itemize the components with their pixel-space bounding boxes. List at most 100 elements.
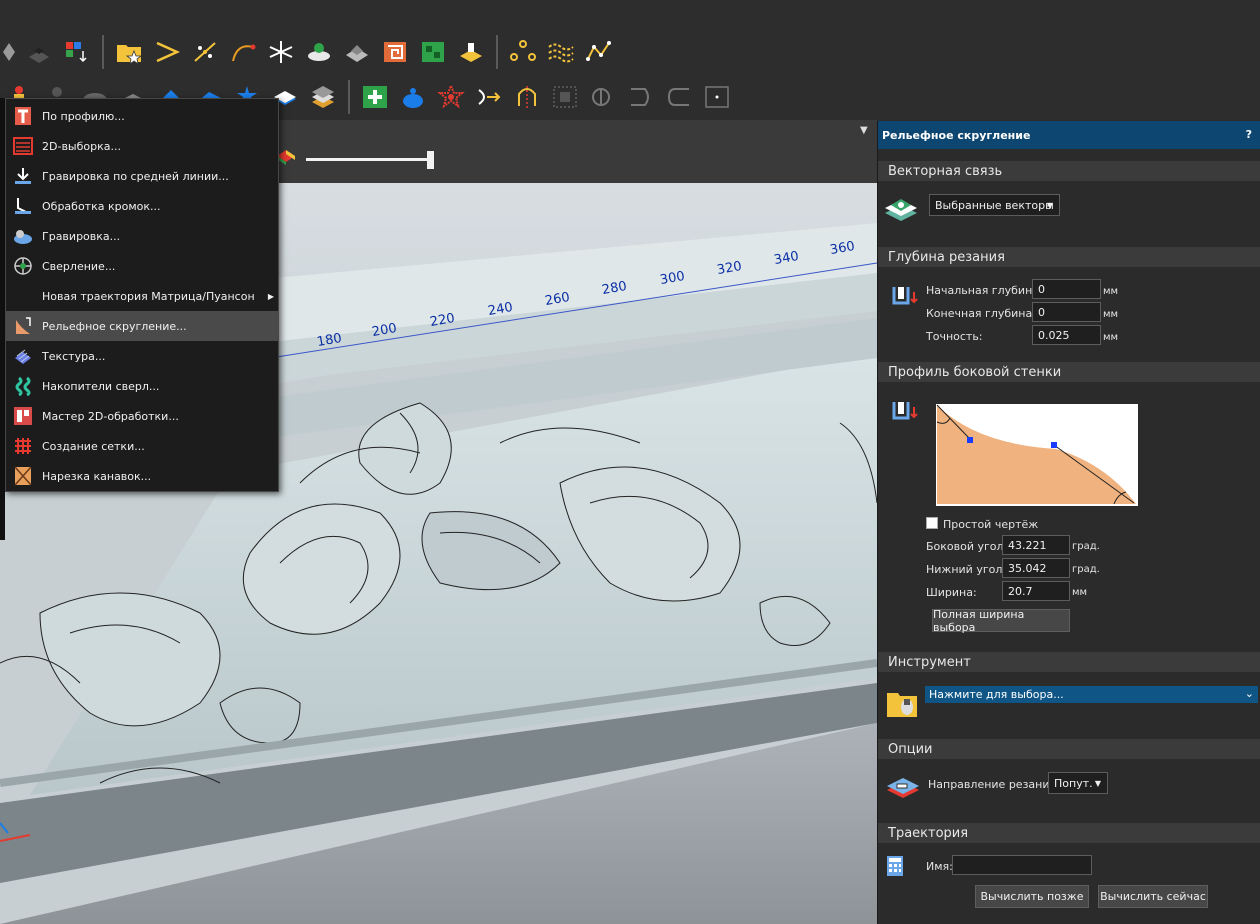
- vector-link-select[interactable]: Выбранные векторы ▼: [929, 194, 1060, 216]
- layer-stack-icon[interactable]: [304, 37, 334, 67]
- calculate-later-button[interactable]: Вычислить позже: [975, 885, 1089, 908]
- dot-square-icon[interactable]: [702, 82, 732, 112]
- end-depth-label: Конечная глубина:: [926, 307, 1036, 320]
- bottom-angle-input[interactable]: 35.042: [1002, 558, 1070, 578]
- submenu-arrow-icon: ▶: [267, 291, 274, 301]
- bottom-angle-label: Нижний угол:: [926, 563, 1007, 576]
- bracket-icon[interactable]: [626, 82, 656, 112]
- green-block-icon[interactable]: [418, 37, 448, 67]
- menu-item-centerline[interactable]: Гравировка по средней линии...: [6, 161, 278, 191]
- menu-item-label: По профилю...: [42, 109, 125, 123]
- pocket-icon: [12, 135, 34, 157]
- menu-item-label: 2D-выборка...: [42, 139, 121, 153]
- star-burst-icon[interactable]: [266, 37, 296, 67]
- grid-icon: [12, 435, 34, 457]
- profile-handle-2[interactable]: [1051, 442, 1057, 448]
- help-button[interactable]: ?: [1246, 128, 1252, 141]
- menu-item-pocket[interactable]: 2D-выборка...: [6, 131, 278, 161]
- gold-lift-icon[interactable]: [456, 37, 486, 67]
- start-depth-label: Начальная глубина:: [926, 284, 1043, 297]
- side-angle-input[interactable]: 43.221: [1002, 535, 1070, 555]
- menu-item-grid[interactable]: Создание сетки...: [6, 431, 278, 461]
- menu-item-label: Рельефное скругление...: [42, 319, 187, 333]
- full-width-button[interactable]: Полная ширина выбора: [932, 608, 1070, 634]
- collapse-arrow-icon[interactable]: ▼: [860, 125, 868, 136]
- relief-fillet-icon: [12, 315, 34, 337]
- texture-icon: [12, 345, 34, 367]
- menu-item-drilling[interactable]: Сверление...: [6, 251, 278, 281]
- tolerance-input[interactable]: 0.025: [1032, 325, 1101, 345]
- sheet-icon[interactable]: [24, 37, 54, 67]
- side-angle-label: Боковой угол:: [926, 540, 1008, 553]
- tool-select[interactable]: Нажмите для выбора... ⌄: [925, 686, 1258, 703]
- blue-bowl-icon[interactable]: [398, 82, 428, 112]
- zoom-slider-track[interactable]: [306, 158, 432, 161]
- fillet-icon[interactable]: [588, 82, 618, 112]
- rounded-bracket-icon[interactable]: [664, 82, 694, 112]
- spiral-icon[interactable]: [380, 37, 410, 67]
- end-depth-input[interactable]: 0: [1032, 302, 1101, 322]
- width-label: Ширина:: [926, 586, 977, 599]
- tool-placeholder: Нажмите для выбора...: [929, 688, 1064, 701]
- zoom-slider-handle[interactable]: [427, 151, 434, 169]
- box-shape-icon[interactable]: [2, 37, 16, 67]
- cut-direction-label: Направление резания:: [928, 778, 1060, 791]
- dotted-square-icon[interactable]: [550, 82, 580, 112]
- simple-drawing-checkbox[interactable]: [926, 517, 938, 529]
- toolbar-separator: [496, 35, 498, 69]
- profile-t-icon: [12, 105, 34, 127]
- cut-direction-select[interactable]: Попут. ▼: [1048, 772, 1108, 794]
- tolerance-label: Точность:: [926, 330, 983, 343]
- depth-tool-icon: [886, 284, 920, 316]
- relief-icon[interactable]: [342, 37, 372, 67]
- profile-handle-1[interactable]: [967, 437, 973, 443]
- menu-item-label: Создание сетки...: [42, 439, 145, 453]
- toolpath-name-label: Имя:: [926, 860, 953, 873]
- stacked-layers-icon[interactable]: [308, 82, 338, 112]
- vector-arrow-icon[interactable]: [152, 37, 182, 67]
- wizard-icon: [12, 405, 34, 427]
- polyline-icon[interactable]: [584, 37, 614, 67]
- side-profile-diagram[interactable]: [936, 404, 1138, 506]
- tool-folder-icon[interactable]: [885, 687, 919, 719]
- main-toolbar: [0, 32, 618, 72]
- menu-item-label: Текстура...: [42, 349, 106, 363]
- menu-item-2d-wizard[interactable]: Мастер 2D-обработки...: [6, 401, 278, 431]
- arch-icon[interactable]: [512, 82, 542, 112]
- node-circle-icon[interactable]: [508, 37, 538, 67]
- menu-item-texture[interactable]: Текстура...: [6, 341, 278, 371]
- vector-link-heading: Векторная связь: [878, 161, 1260, 181]
- width-input[interactable]: 20.7: [1002, 581, 1070, 601]
- menu-item-label: Гравировка по средней линии...: [42, 169, 229, 183]
- menu-item-profile[interactable]: По профилю...: [6, 101, 278, 131]
- menu-item-relief-fillet[interactable]: Рельефное скругление...: [6, 311, 278, 341]
- burst-icon[interactable]: [436, 82, 466, 112]
- toolpath-name-input[interactable]: [952, 855, 1092, 875]
- menu-item-engrave[interactable]: Гравировка...: [6, 221, 278, 251]
- calculate-now-button[interactable]: Вычислить сейчас: [1098, 885, 1208, 908]
- wave-line-icon[interactable]: [546, 37, 576, 67]
- arrow-curve-icon[interactable]: [474, 82, 504, 112]
- cut-direction-value: Попут.: [1054, 776, 1093, 790]
- menu-item-die-punch[interactable]: Новая траектория Матрица/Пуансон ▶: [6, 281, 278, 311]
- menu-item-edge[interactable]: Обработка кромок...: [6, 191, 278, 221]
- curve-icon[interactable]: [228, 37, 258, 67]
- toolpath-dropdown-menu: По профилю... 2D-выборка... Гравировка п…: [5, 98, 279, 492]
- start-depth-unit: мм: [1103, 286, 1119, 297]
- chevron-down-icon: ▼: [1046, 201, 1053, 210]
- menu-item-groove[interactable]: Нарезка канавок...: [6, 461, 278, 491]
- folder-star-icon[interactable]: [114, 37, 144, 67]
- plus-square-icon[interactable]: [360, 82, 390, 112]
- groove-icon: [12, 465, 34, 487]
- menu-item-drill-bank[interactable]: Накопители сверл...: [6, 371, 278, 401]
- panel-title: Рельефное скругление: [882, 128, 1031, 142]
- vector-link-icon: [883, 193, 919, 225]
- start-depth-input[interactable]: 0: [1032, 279, 1101, 299]
- tool-heading: Инструмент: [878, 652, 1260, 672]
- drill-icon: [12, 255, 34, 277]
- menu-item-label: Обработка кромок...: [42, 199, 161, 213]
- color-grid-icon[interactable]: [62, 37, 92, 67]
- engrave-icon: [12, 225, 34, 247]
- scatter-icon[interactable]: [190, 37, 220, 67]
- chevron-down-icon: ⌄: [1244, 687, 1254, 700]
